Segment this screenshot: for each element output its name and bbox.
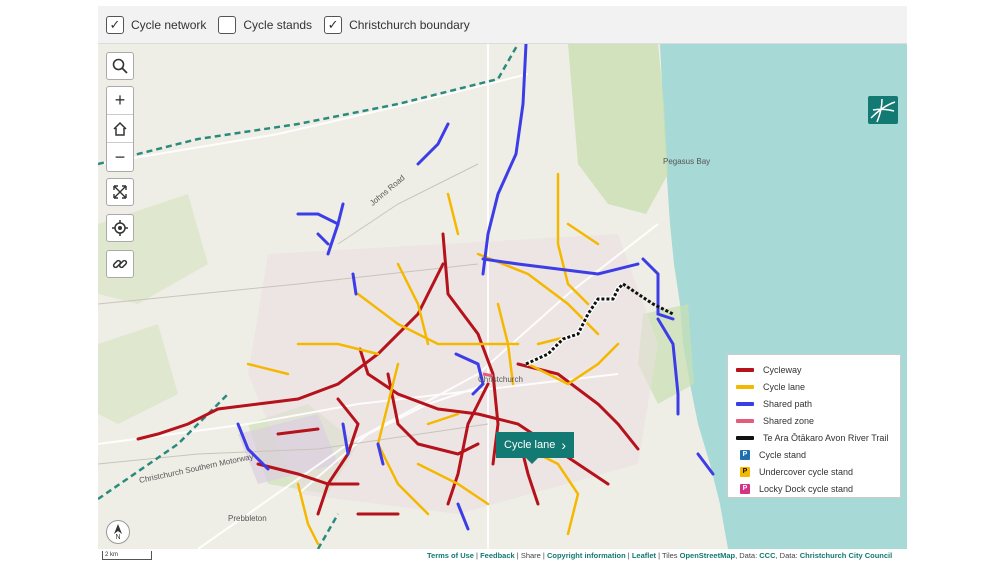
legend-label: Te Ara Ōtākaro Avon River Trail [763, 432, 889, 443]
search-icon [112, 58, 128, 74]
legend-item: Shared zone [736, 412, 892, 429]
layer-toggle-christchurch-boundary[interactable]: ✓ Christchurch boundary [324, 15, 470, 34]
search-button[interactable] [106, 52, 134, 80]
legend-swatch [736, 367, 754, 372]
checkbox-christchurch-boundary[interactable]: ✓ [324, 15, 343, 34]
legend-item: P Cycle stand [736, 446, 892, 463]
layer-label: Cycle stands [243, 17, 313, 32]
fullscreen-button[interactable] [106, 178, 134, 206]
map-app: ✓ Cycle network Cycle stands ✓ Christchu… [98, 0, 907, 565]
legend-item: Te Ara Ōtākaro Avon River Trail [736, 429, 892, 446]
popup-label: Cycle lane [504, 439, 556, 451]
layer-toolbar: ✓ Cycle network Cycle stands ✓ Christchu… [98, 6, 907, 44]
feedback-link[interactable]: Feedback [480, 551, 515, 560]
checkbox-cycle-stands[interactable] [218, 15, 237, 34]
council-logo-icon [868, 96, 898, 124]
attribution-text: , Data: [775, 551, 800, 560]
crosshair-icon [112, 220, 128, 236]
map-legend: Cycleway Cycle lane Shared path Shared z… [727, 354, 901, 498]
legend-label: Shared zone [763, 415, 815, 426]
map-label-bay: Pegasus Bay [663, 157, 711, 166]
checkbox-cycle-network[interactable]: ✓ [106, 15, 124, 34]
layer-label: Christchurch boundary [349, 17, 470, 32]
expand-icon [113, 185, 127, 199]
zoom-controls: + − [106, 86, 134, 172]
legend-label: Shared path [763, 398, 813, 409]
attribution-text: | Tiles [656, 551, 680, 560]
layer-toggle-cycle-network[interactable]: ✓ Cycle network [106, 15, 207, 34]
osm-link[interactable]: OpenStreetMap [680, 551, 735, 560]
leaflet-link[interactable]: Leaflet [632, 551, 656, 560]
link-icon [112, 259, 128, 269]
attribution-bar: Terms of Use | Feedback | Share | Copyri… [427, 551, 892, 560]
legend-swatch [736, 384, 754, 389]
scale-bar: 2 km [102, 551, 152, 560]
cycle-stand-icon: P [740, 449, 750, 460]
legend-label: Cycle stand [759, 449, 807, 460]
layer-label: Cycle network [131, 17, 207, 32]
undercover-stand-icon: P [740, 466, 750, 477]
legend-label: Undercover cycle stand [759, 466, 854, 477]
legend-label: Cycleway [763, 364, 802, 375]
legend-label: Locky Dock cycle stand [759, 483, 854, 494]
legend-item: Shared path [736, 395, 892, 412]
home-icon [113, 121, 127, 136]
separator: | Share | [514, 551, 547, 560]
attribution-text: , Data: [735, 551, 760, 560]
terms-link[interactable]: Terms of Use [427, 551, 474, 560]
ccc-link[interactable]: CCC [759, 551, 775, 560]
legend-item: P Locky Dock cycle stand [736, 480, 892, 497]
legend-item: Cycleway [736, 361, 892, 378]
north-arrow-icon [114, 523, 122, 534]
chevron-right-icon: › [561, 437, 567, 453]
map-label-city: Christchurch [478, 375, 523, 384]
north-arrow-button[interactable]: N [106, 520, 130, 544]
legend-swatch [736, 435, 754, 440]
legend-swatch [736, 401, 754, 406]
legend-item: P Undercover cycle stand [736, 463, 892, 480]
copyright-link[interactable]: Copyright information [547, 551, 626, 560]
legend-swatch [736, 418, 754, 423]
legend-item: Cycle lane [736, 378, 892, 395]
cycle-lane-popup[interactable]: Cycle lane › [496, 432, 575, 464]
zoom-out-button[interactable]: − [107, 143, 133, 171]
share-link-button[interactable] [106, 250, 134, 278]
council-link[interactable]: Christchurch City Council [800, 551, 893, 560]
map-label-suburb: Prebbleton [228, 514, 267, 523]
locky-dock-icon: P [740, 483, 750, 494]
layer-toggle-cycle-stands[interactable]: Cycle stands [218, 15, 313, 34]
north-label: N [115, 533, 121, 541]
home-button[interactable] [107, 115, 133, 143]
zoom-in-button[interactable]: + [107, 87, 133, 115]
locate-button[interactable] [106, 214, 134, 242]
legend-label: Cycle lane [763, 381, 806, 392]
